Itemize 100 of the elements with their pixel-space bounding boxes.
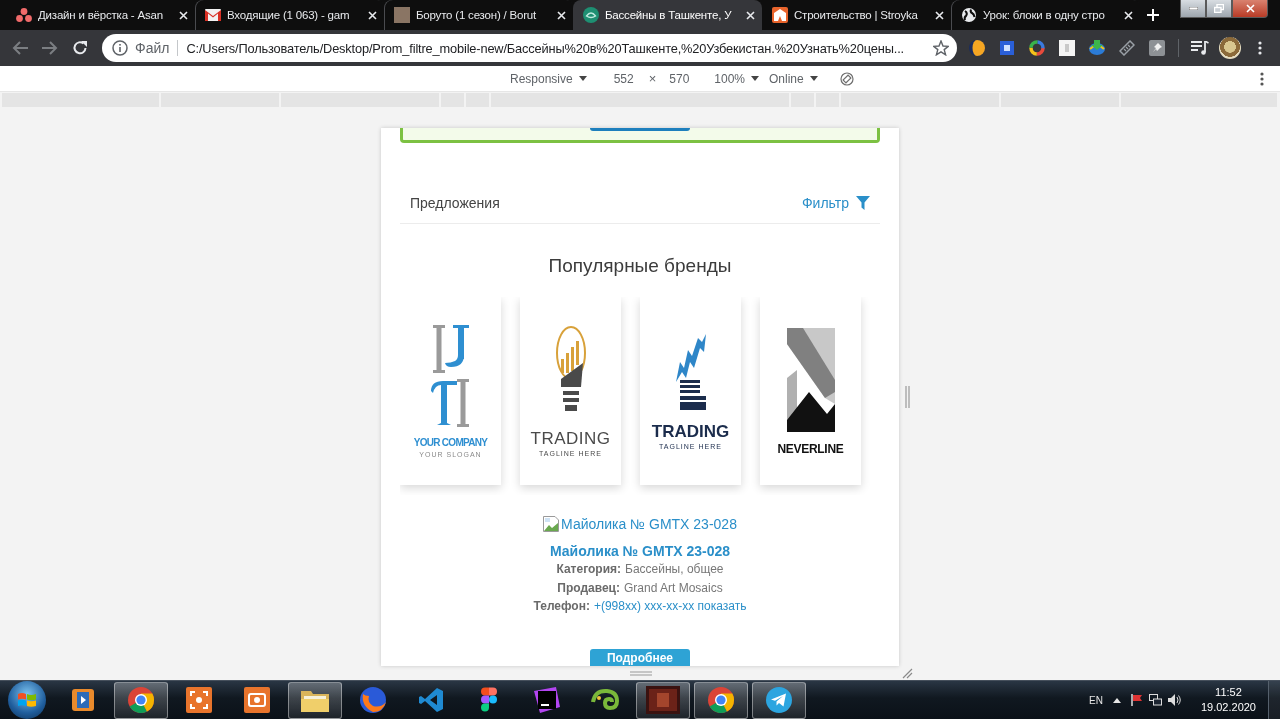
caret-icon bbox=[809, 76, 818, 81]
browser-tab[interactable]: Строительство | Stroyka bbox=[762, 0, 951, 30]
thumbnail-placeholder bbox=[394, 7, 410, 23]
chameleon-icon bbox=[591, 688, 619, 712]
globe-icon bbox=[961, 7, 977, 23]
start-button[interactable] bbox=[8, 681, 46, 719]
three-dots-icon bbox=[16, 8, 32, 22]
playlist-icon bbox=[1191, 41, 1209, 55]
maximize-button[interactable] bbox=[1206, 0, 1232, 18]
browser-tab[interactable]: Бассейны в Ташкенте, У bbox=[573, 0, 762, 30]
pin-icon bbox=[1149, 40, 1165, 56]
detail-label: Категория: bbox=[556, 561, 622, 578]
address-bar[interactable]: Файл C:/Users/Пользователь/Desktop/Prom_filtre_mobile-new/Бассейны%20в%20Ташкенте,%20Узбекистан.%20Узнать%20цены... bbox=[102, 34, 957, 62]
rotate-icon bbox=[839, 71, 854, 86]
show-desktop-button[interactable] bbox=[1268, 681, 1280, 719]
phone-link[interactable]: +(998xx) xxx-xx-xx показать bbox=[593, 597, 747, 616]
product-image-link[interactable]: Майолика № GMTX 23-028 bbox=[543, 515, 737, 533]
brand-name: NEVERLINE bbox=[777, 442, 844, 455]
ribbon-icon bbox=[418, 687, 444, 713]
bookmark-star-icon[interactable] bbox=[933, 40, 949, 56]
more-icon[interactable] bbox=[1258, 41, 1262, 55]
detail-value: Grand Art Mosaics bbox=[624, 579, 723, 597]
browser-wheel-icon bbox=[127, 686, 155, 714]
info-icon bbox=[112, 40, 128, 56]
taskbar-button[interactable] bbox=[288, 681, 342, 719]
resize-corner-icon[interactable] bbox=[902, 667, 913, 679]
restore-icon bbox=[1214, 4, 1224, 13]
close-icon[interactable] bbox=[935, 10, 944, 20]
back-arrow-icon bbox=[12, 41, 28, 55]
taskbar-button[interactable] bbox=[636, 681, 690, 719]
ruler-icon bbox=[1119, 40, 1135, 56]
browser-tab[interactable]: Урок: блоки в одну стро bbox=[951, 0, 1140, 30]
dimension-separator: × bbox=[648, 71, 657, 86]
close-icon bbox=[1245, 4, 1255, 13]
browser-tab[interactable]: Дизайн и вёрстка - Asan bbox=[6, 0, 195, 30]
brand-name: YOUR COMPANY bbox=[413, 437, 488, 448]
caret-icon bbox=[751, 76, 759, 81]
close-icon[interactable] bbox=[557, 10, 566, 20]
brand-name: TRADING bbox=[530, 430, 611, 447]
minimize-icon bbox=[1188, 7, 1198, 10]
taskbar-button[interactable] bbox=[694, 681, 748, 719]
throttling-dropdown[interactable]: Online bbox=[767, 68, 820, 89]
caret-icon bbox=[578, 76, 587, 81]
flag-icon bbox=[18, 692, 36, 708]
section-heading: Популярные бренды bbox=[547, 254, 733, 278]
plus-icon bbox=[1147, 9, 1159, 21]
broken-image-icon bbox=[543, 516, 560, 532]
profile-avatar bbox=[1219, 37, 1241, 59]
envelope-icon bbox=[205, 9, 221, 21]
volume-icon[interactable] bbox=[1167, 694, 1181, 706]
folded-ribbon-logo-icon bbox=[786, 327, 835, 432]
forward-arrow-icon bbox=[42, 41, 58, 55]
tray-arrow-icon[interactable] bbox=[1112, 697, 1121, 703]
browser-tab[interactable]: Входящие (1 063) - gam bbox=[195, 0, 384, 30]
square-tile-icon bbox=[534, 687, 560, 713]
crescent-icon bbox=[969, 40, 985, 56]
window-thumbnail-icon bbox=[646, 686, 680, 714]
close-icon[interactable] bbox=[746, 10, 755, 20]
note-icon bbox=[1059, 40, 1075, 56]
network-icon[interactable] bbox=[1148, 694, 1162, 706]
detail-value: Бассейны, общее bbox=[625, 561, 724, 578]
product-title-link[interactable]: Майолика № GMTX 23-028 bbox=[550, 542, 730, 560]
brand-card[interactable]: NEVERLINE bbox=[760, 297, 861, 485]
paper-plane-icon bbox=[765, 686, 793, 714]
browser-tab[interactable]: Боруто (1 сезон) / Borut bbox=[384, 0, 573, 30]
resize-handle-icon[interactable] bbox=[630, 670, 652, 676]
url-text: C:/Users/Пользователь/Desktop/Prom_filtre_mobile-new/Бассейны%20в%20Ташкенте,%20Узбекистан.%20Узнать%20цены... bbox=[186, 40, 904, 56]
close-icon[interactable] bbox=[179, 10, 188, 20]
detail-label: Продавец: bbox=[557, 579, 620, 597]
zoom-dropdown[interactable]: 100% bbox=[712, 68, 761, 89]
flag-icon[interactable] bbox=[1130, 694, 1143, 706]
swirl-globe-icon bbox=[359, 686, 387, 714]
scheme-label: Файл bbox=[135, 40, 170, 56]
ring-icon bbox=[1029, 40, 1045, 56]
window-close-button[interactable] bbox=[1232, 0, 1268, 18]
camera-tile-icon bbox=[244, 687, 270, 713]
reload-icon bbox=[72, 40, 88, 56]
close-icon[interactable] bbox=[1124, 10, 1133, 20]
taskbar-button[interactable] bbox=[752, 681, 806, 719]
play-tile-icon bbox=[71, 688, 95, 712]
close-icon[interactable] bbox=[368, 10, 377, 20]
offers-label: Предложения bbox=[410, 195, 500, 211]
more-icon[interactable] bbox=[1260, 71, 1264, 86]
filter-icon bbox=[856, 196, 870, 210]
clock-time: 11:52 bbox=[1215, 685, 1242, 700]
detail-label: Телефон: bbox=[533, 598, 590, 615]
capture-tile-icon bbox=[186, 687, 212, 713]
brand-name: TRADING bbox=[651, 423, 730, 440]
language-indicator[interactable]: EN bbox=[1089, 694, 1103, 706]
taskbar-button[interactable] bbox=[114, 681, 168, 719]
clock-date: 19.02.2020 bbox=[1200, 700, 1256, 715]
dots-stack-icon bbox=[480, 687, 498, 713]
minimize-button[interactable] bbox=[1180, 0, 1206, 18]
resize-handle-icon[interactable] bbox=[905, 386, 910, 408]
circle-leaf-icon bbox=[583, 7, 599, 23]
device-dropdown[interactable]: Responsive bbox=[508, 68, 589, 89]
house-icon bbox=[772, 7, 788, 23]
filter-link[interactable]: Фильтр bbox=[801, 195, 870, 211]
square-icon bbox=[1000, 41, 1014, 55]
bar-chart-logo-icon bbox=[673, 332, 708, 412]
